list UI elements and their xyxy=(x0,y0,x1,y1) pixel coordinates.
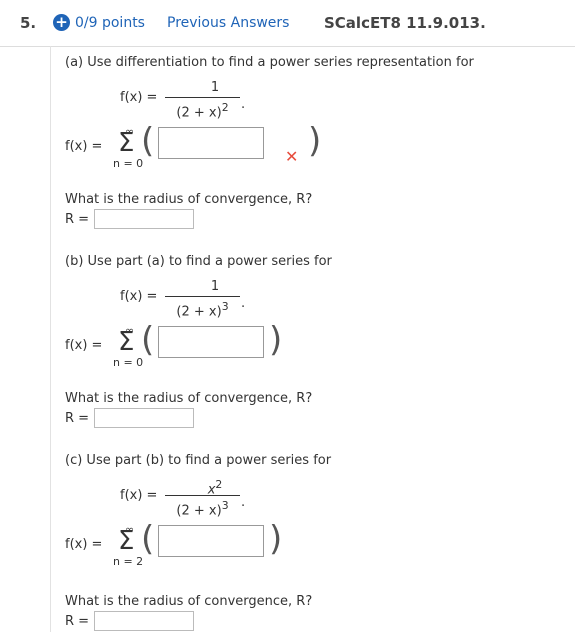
sigma-icon: Σ xyxy=(118,327,135,357)
part-b-denominator: (2 + x) xyxy=(176,304,222,320)
part-c-numerator-exp: 2 xyxy=(215,478,223,491)
part-a-numerator: 1 xyxy=(210,80,220,95)
part-a-radius-question: What is the radius of convergence, R? xyxy=(65,192,313,207)
part-c-radius-label: R = xyxy=(65,614,90,629)
question-number: 5. xyxy=(20,14,37,32)
part-b-sum-lower: n = 0 xyxy=(113,356,144,369)
sigma-icon: Σ xyxy=(118,526,135,556)
fraction-bar xyxy=(165,495,240,496)
left-paren: ( xyxy=(141,519,155,559)
part-b-prompt: (b) Use part (a) to find a power series … xyxy=(65,254,332,269)
part-c-series: f(x) = ∞ Σ n = 2 ( ) xyxy=(65,519,365,573)
fraction-bar xyxy=(165,97,240,98)
plus-circle-icon[interactable]: + xyxy=(53,14,70,31)
part-a-radius-label: R = xyxy=(65,212,90,227)
left-paren: ( xyxy=(141,121,155,161)
part-b-func-lhs: f(x) = xyxy=(120,289,158,304)
right-paren: ) xyxy=(308,121,322,161)
part-c-function: f(x) = x2 (2 + x)3 . xyxy=(120,478,246,519)
part-b-radius-question: What is the radius of convergence, R? xyxy=(65,391,313,406)
part-b-sum-lhs: f(x) = xyxy=(65,338,103,353)
part-c-radius-input[interactable] xyxy=(94,611,194,631)
part-a-function: f(x) = 1 (2 + x)2 . xyxy=(120,80,246,121)
fraction-bar xyxy=(165,296,240,297)
part-c-prompt: (c) Use part (b) to find a power series … xyxy=(65,453,332,468)
question-header: 5. + 0/9 points Previous Answers SCalcET… xyxy=(0,0,575,47)
part-a-func-lhs: f(x) = xyxy=(120,90,158,105)
part-b-denominator-wrap: (2 + x)3 xyxy=(165,300,240,319)
sigma-icon: Σ xyxy=(118,128,135,158)
x-mark-icon: ✕ xyxy=(285,147,299,166)
part-b-series: f(x) = ∞ Σ n = 0 ( ) xyxy=(65,320,365,374)
part-b-radius-label: R = xyxy=(65,411,90,426)
part-b-numerator: 1 xyxy=(210,279,220,294)
right-paren: ) xyxy=(269,519,283,559)
part-b-function: f(x) = 1 (2 + x)3 . xyxy=(120,279,246,320)
part-a-sum-lhs: f(x) = xyxy=(65,139,103,154)
part-c-func-lhs: f(x) = xyxy=(120,488,158,503)
points-label: 0/9 points xyxy=(75,15,145,31)
part-a-sum-lower: n = 0 xyxy=(113,157,144,170)
assignment-code: SCalcET8 11.9.013. xyxy=(324,14,486,32)
part-c-sum-lower: n = 2 xyxy=(113,555,144,568)
part-c-exponent: 3 xyxy=(221,499,229,512)
part-c-radius-question: What is the radius of convergence, R? xyxy=(65,594,313,609)
left-paren: ( xyxy=(141,320,155,360)
question-content: (a) Use differentiation to find a power … xyxy=(50,46,575,632)
part-a-series: f(x) = ∞ Σ n = 0 ( ✕ ) xyxy=(65,121,365,175)
part-b-radius-input[interactable] xyxy=(94,408,194,428)
part-b-exponent: 3 xyxy=(221,300,229,313)
right-paren: ) xyxy=(269,320,283,360)
part-a-denominator: (2 + x) xyxy=(176,105,222,121)
previous-answers-link[interactable]: Previous Answers xyxy=(167,15,289,31)
part-a-exponent: 2 xyxy=(221,101,229,114)
part-a-denominator-wrap: (2 + x)2 xyxy=(165,101,240,120)
part-c-denominator: (2 + x) xyxy=(176,503,222,519)
part-a-series-input[interactable] xyxy=(158,127,264,159)
part-c-series-input[interactable] xyxy=(158,525,264,557)
part-c-sum-lhs: f(x) = xyxy=(65,537,103,552)
part-a-radius-input[interactable] xyxy=(94,209,194,229)
part-b-series-input[interactable] xyxy=(158,326,264,358)
part-a-prompt: (a) Use differentiation to find a power … xyxy=(65,55,474,70)
part-c-denominator-wrap: (2 + x)3 xyxy=(165,499,240,518)
